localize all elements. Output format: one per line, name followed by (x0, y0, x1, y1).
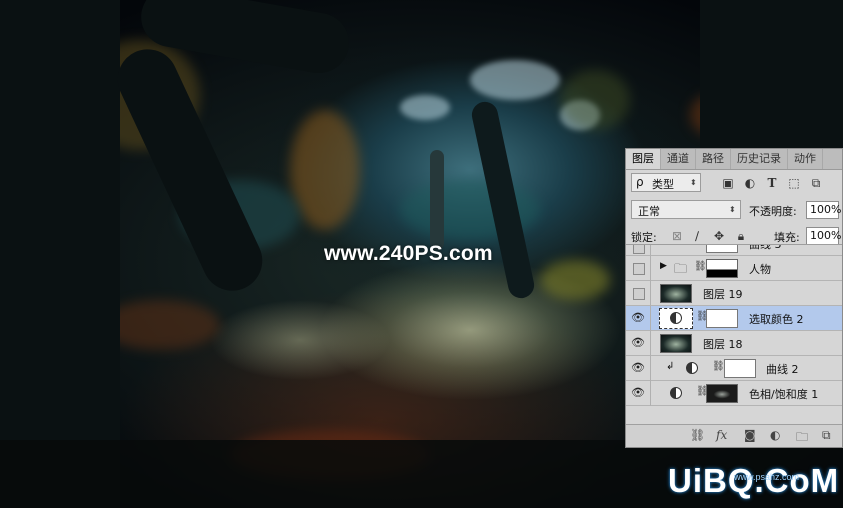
shape-filter-icon[interactable]: ⬚ (786, 175, 802, 191)
visibility-toggle[interactable] (633, 288, 645, 300)
tab-paths[interactable]: 路径 (696, 149, 731, 169)
layer-mask-thumb[interactable] (706, 309, 738, 328)
layer-mask-thumb[interactable] (724, 359, 756, 378)
blend-mode-value: 正常 (638, 205, 660, 218)
watermark-text: www.240PS.com (324, 242, 493, 265)
layer-mask-thumb[interactable] (706, 259, 738, 278)
layer-thumbnail (660, 334, 692, 353)
tab-history[interactable]: 历史记录 (731, 149, 788, 169)
new-adjustment-icon[interactable]: ◐ (770, 428, 780, 442)
layer-row-selected[interactable]: 👁︎ ⛓︎ 选取颜色 2 (626, 306, 842, 331)
layer-thumbnail (660, 284, 692, 303)
add-mask-icon[interactable]: ◙ (744, 428, 756, 442)
layers-list: 曲线 3 ▶ 🗀︎ ⛓︎ 人物 图层 19 👁︎ ⛓︎ 选取颜色 2 👁︎ 图层… (626, 244, 842, 425)
filter-row: ρ 类型 ⬍ ▣ ◐ T ⬚ ⧉ (626, 173, 842, 195)
layer-name: 图层 19 (703, 288, 743, 301)
type-filter-icon[interactable]: T (764, 175, 780, 191)
eye-icon[interactable]: 👁︎ (631, 361, 645, 375)
layer-name: 人物 (749, 263, 771, 276)
adjustment-icon[interactable] (686, 362, 698, 374)
lock-all-icon[interactable]: 🔒︎ (733, 228, 749, 244)
eye-icon[interactable]: 👁︎ (631, 386, 645, 400)
filter-kind-label: 类型 (652, 178, 674, 191)
search-icon: ρ (636, 175, 644, 189)
lock-move-icon[interactable]: ✥ (711, 228, 727, 244)
panel-tabs: 图层 通道 路径 历史记录 动作 (626, 149, 842, 170)
layer-name: 选取颜色 2 (749, 313, 804, 326)
layers-panel: 图层 通道 路径 历史记录 动作 ρ 类型 ⬍ ▣ ◐ T ⬚ ⧉ 正常 ⬍ 不… (625, 148, 843, 448)
layer-row[interactable]: 曲线 3 (626, 244, 842, 256)
layer-name: 图层 18 (703, 338, 743, 351)
panel-footer: ⛓︎ fx ◙ ◐ 🗀︎ ⧉ (626, 424, 842, 447)
expand-triangle-icon[interactable]: ▶ (660, 261, 667, 271)
layer-row[interactable]: 👁︎ ↲ ⛓︎ 曲线 2 (626, 356, 842, 381)
opacity-label: 不透明度: (749, 205, 797, 218)
adjustment-thumb[interactable] (659, 308, 693, 329)
select-arrows-icon: ⬍ (690, 178, 697, 187)
visibility-toggle[interactable] (633, 263, 645, 275)
tab-layers[interactable]: 图层 (626, 149, 661, 169)
site-logo-url: www.psahz.com (734, 472, 800, 482)
lock-label: 锁定: (631, 231, 657, 244)
blend-mode-select[interactable]: 正常 ⬍ (631, 200, 741, 219)
fx-icon[interactable]: fx (716, 428, 727, 442)
adjustment-icon[interactable] (670, 387, 682, 399)
blend-row: 正常 ⬍ 不透明度: 100% (626, 200, 842, 222)
fill-label: 填充: (774, 231, 800, 244)
layer-name: 色相/饱和度 1 (749, 388, 819, 401)
layer-name: 曲线 2 (766, 363, 799, 376)
link-icon[interactable]: ⛓︎ (694, 261, 707, 272)
adjustment-filter-icon[interactable]: ◐ (742, 175, 758, 191)
clip-arrow-icon: ↲ (666, 361, 675, 372)
tab-actions[interactable]: 动作 (788, 149, 823, 169)
visibility-toggle[interactable] (633, 245, 645, 254)
lock-transparent-icon[interactable]: ⊠ (669, 228, 685, 244)
lock-brush-icon[interactable]: ∕ (689, 228, 705, 244)
link-layers-icon[interactable]: ⛓︎ (690, 428, 705, 442)
eye-icon[interactable]: 👁︎ (631, 311, 645, 325)
eye-icon[interactable]: 👁︎ (631, 336, 645, 350)
new-layer-icon[interactable]: ⧉ (822, 428, 831, 443)
layer-row[interactable]: 👁︎ 图层 18 (626, 331, 842, 356)
layer-row[interactable]: 图层 19 (626, 281, 842, 306)
layer-mask-thumb[interactable] (706, 245, 738, 253)
new-group-icon[interactable]: 🗀︎ (796, 428, 808, 449)
fill-input[interactable]: 100% (806, 227, 841, 245)
opacity-input[interactable]: 100% (806, 201, 841, 219)
layer-row[interactable]: ▶ 🗀︎ ⛓︎ 人物 (626, 256, 842, 281)
select-arrows-icon: ⬍ (729, 205, 736, 214)
link-icon[interactable]: ⛓︎ (712, 361, 725, 372)
layer-mask-thumb[interactable] (706, 384, 738, 403)
layer-name: 曲线 3 (749, 244, 782, 251)
folder-icon: 🗀︎ (674, 262, 688, 277)
layer-row[interactable]: 👁︎ ⛓︎ 色相/饱和度 1 (626, 381, 842, 406)
tab-channels[interactable]: 通道 (661, 149, 696, 169)
pixel-filter-icon[interactable]: ▣ (720, 175, 736, 191)
filter-kind-select[interactable]: ρ 类型 ⬍ (631, 173, 701, 192)
smart-object-filter-icon[interactable]: ⧉ (808, 175, 824, 191)
